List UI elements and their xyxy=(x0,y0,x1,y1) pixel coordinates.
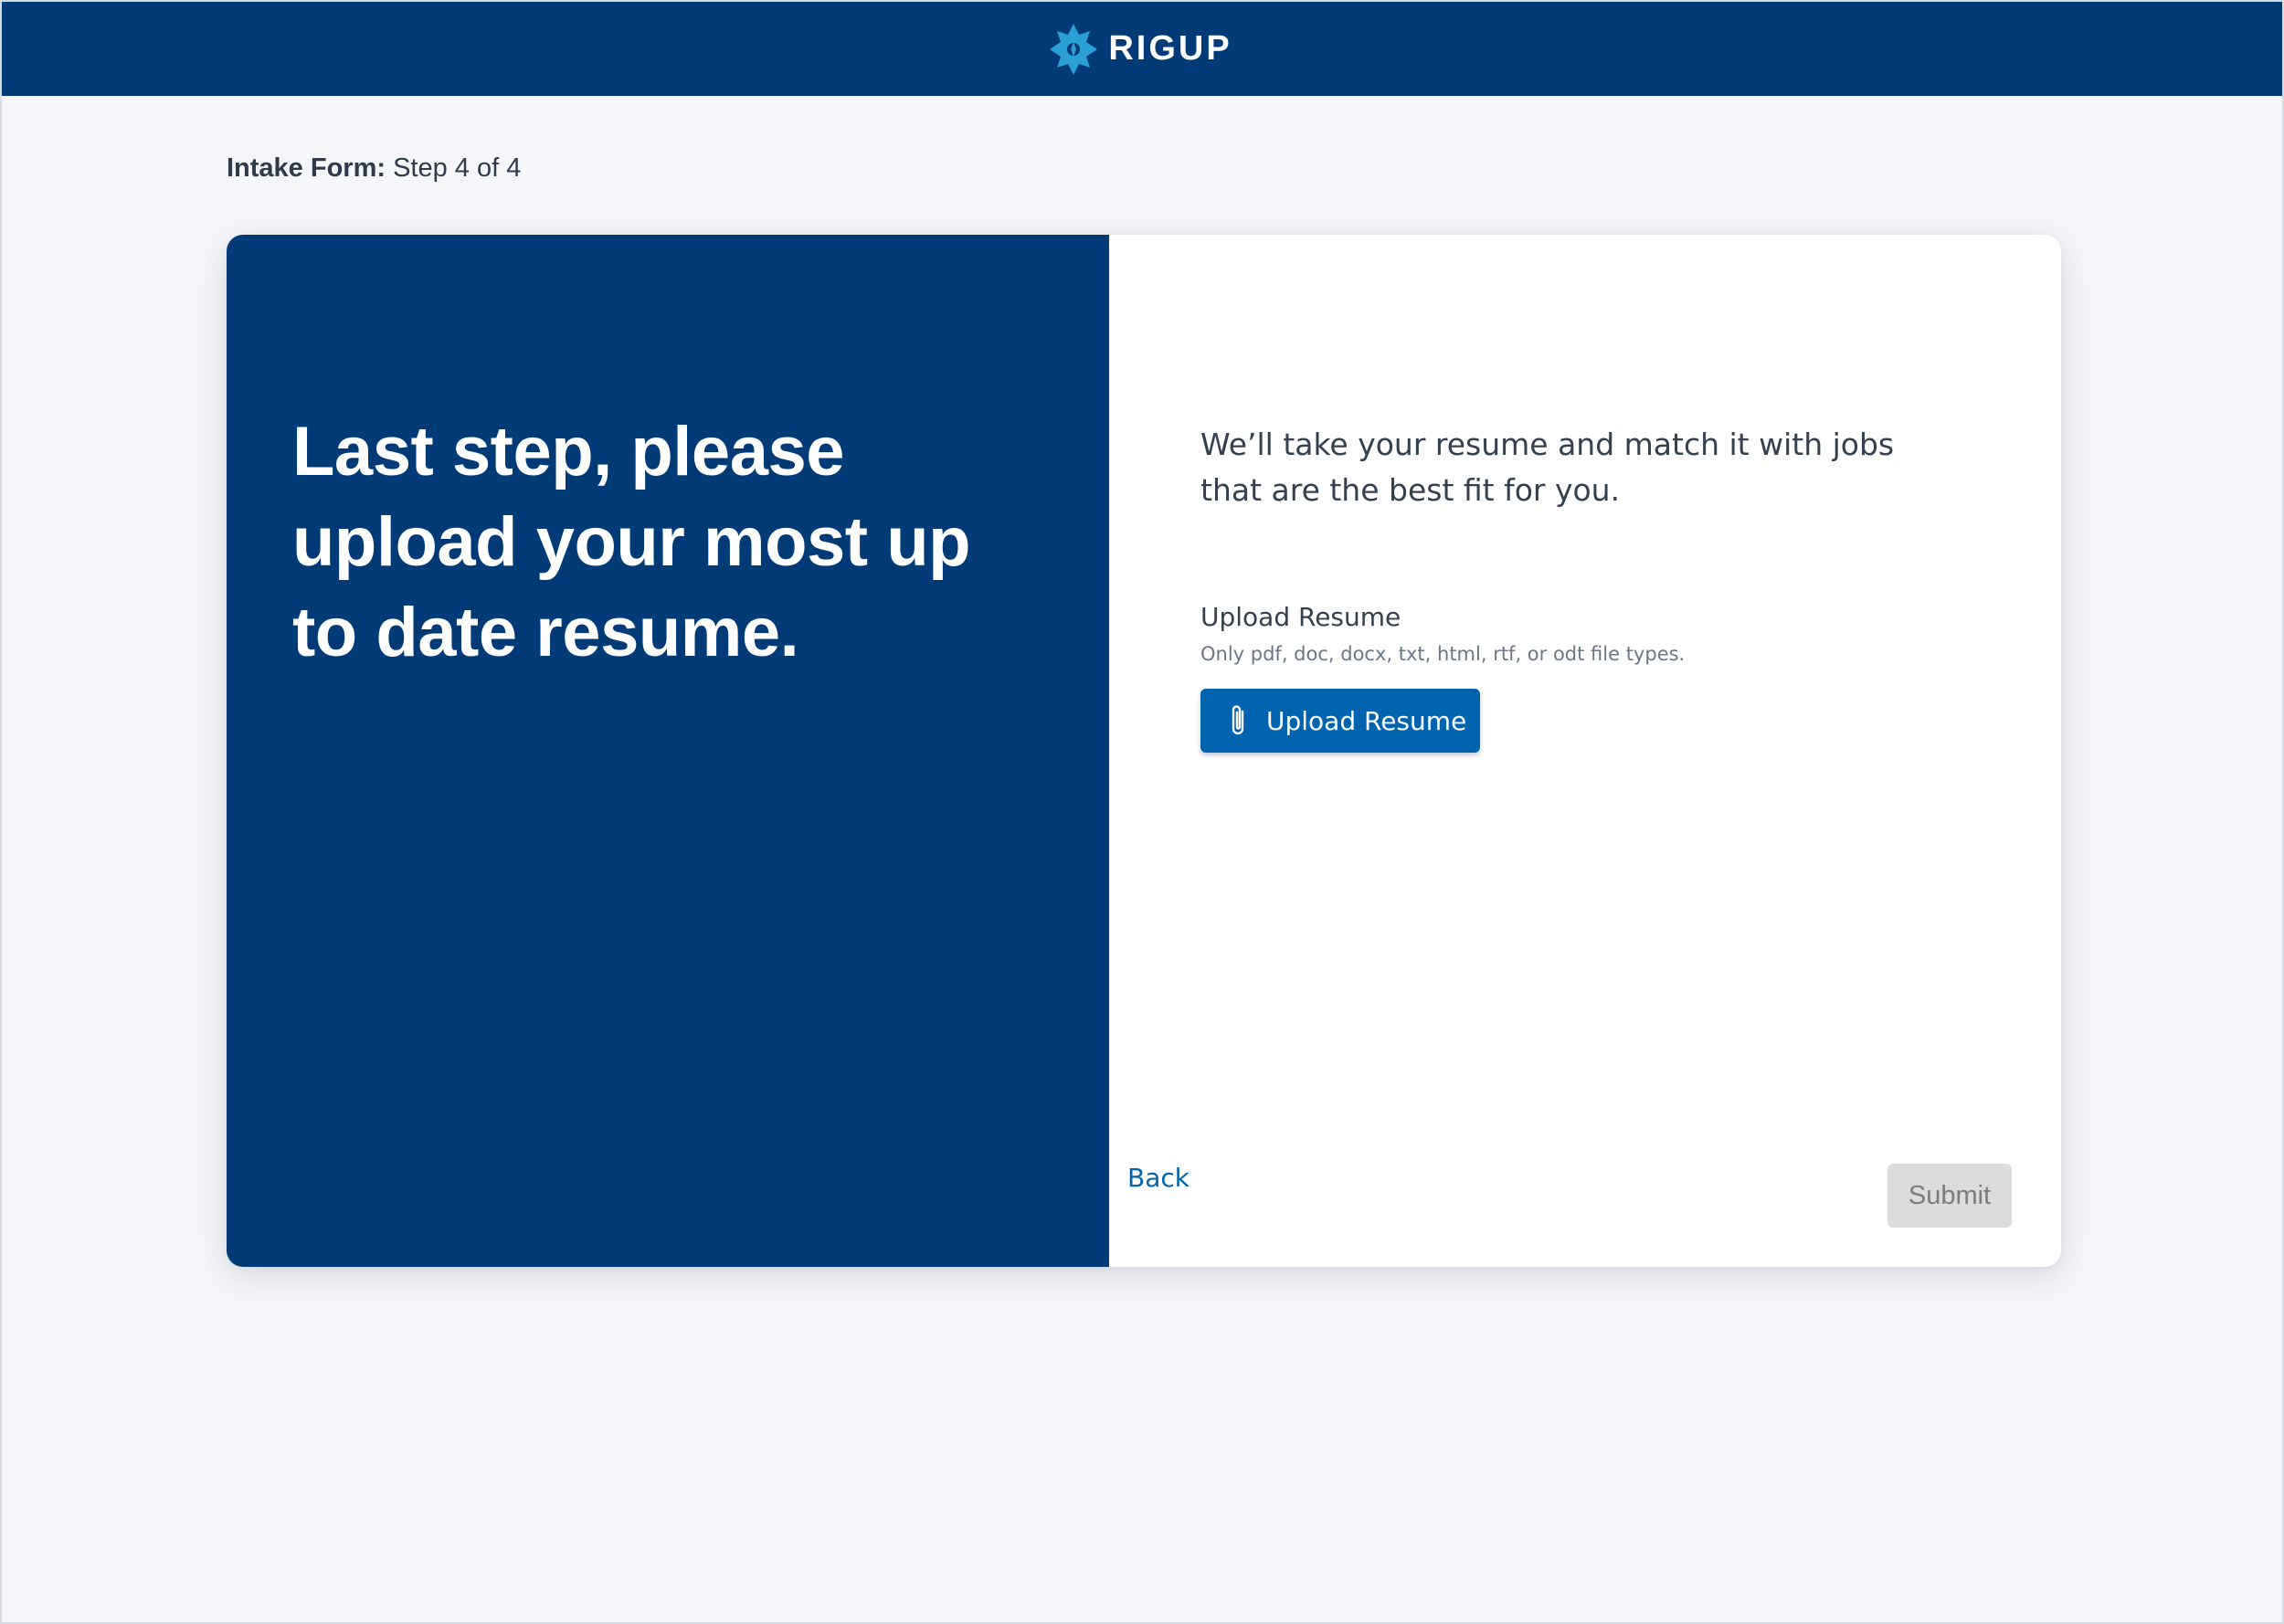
brand[interactable]: RIGUP xyxy=(1048,22,1232,77)
brand-name: RIGUP xyxy=(1108,29,1232,68)
paperclip-icon xyxy=(1232,705,1244,735)
top-header-bar: RIGUP xyxy=(2,2,2282,96)
gear-star-logo-icon xyxy=(1050,23,1098,75)
left-panel: Last step, please upload your most up to… xyxy=(227,235,1109,1267)
back-link[interactable]: Back xyxy=(1127,1163,1190,1193)
upload-resume-button[interactable]: Upload Resume xyxy=(1200,689,1480,753)
intro-text: We’ll take your resume and match it with… xyxy=(1200,427,1895,508)
submit-button[interactable]: Submit xyxy=(1887,1164,2012,1228)
progress-label: Intake Form: xyxy=(227,153,386,183)
intake-form-card: Last step, please upload your most up to… xyxy=(227,235,2061,1267)
progress-indicator: Intake Form: Step 4 of 4 xyxy=(227,153,521,184)
page-headline: Last step, please upload your most up to… xyxy=(292,413,971,671)
upload-file-types-hint: Only pdf, doc, docx, txt, html, rtf, or … xyxy=(1200,643,1686,665)
progress-step-text: Step 4 of 4 xyxy=(393,153,522,183)
right-panel: We’ll take your resume and match it with… xyxy=(1109,235,2061,1267)
upload-resume-button-label: Upload Resume xyxy=(1266,705,1467,736)
upload-resume-label: Upload Resume xyxy=(1200,602,1401,632)
